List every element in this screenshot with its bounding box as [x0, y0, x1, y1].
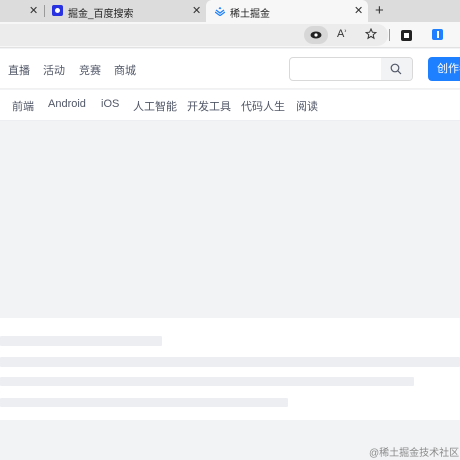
- download-extension-icon[interactable]: [432, 29, 443, 40]
- browser-tab[interactable]: ✕: [0, 0, 44, 22]
- close-tab-icon[interactable]: ✕: [192, 4, 201, 17]
- search-button[interactable]: [381, 58, 412, 80]
- eye-icon[interactable]: [304, 26, 328, 44]
- skeleton-line: [0, 336, 162, 346]
- nav-item-contest[interactable]: 竞赛: [79, 62, 101, 78]
- address-bar[interactable]: [0, 24, 388, 46]
- baidu-favicon-icon: [52, 5, 63, 16]
- new-tab-button[interactable]: +: [375, 2, 384, 19]
- skeleton-card: [0, 318, 460, 420]
- category-reading[interactable]: 阅读: [296, 98, 318, 114]
- watermark: @稀土掘金技术社区: [369, 448, 460, 459]
- tab-title: 掘金_百度搜索: [68, 9, 134, 20]
- read-aloud-icon[interactable]: A›: [337, 28, 346, 40]
- search-icon: [390, 63, 402, 75]
- browser-tab-juejin-active[interactable]: 稀土掘金 ✕: [206, 0, 368, 22]
- category-nav: 前端 Android iOS 人工智能 开发工具 代码人生 阅读: [0, 90, 460, 121]
- category-ios[interactable]: iOS: [101, 98, 119, 110]
- close-tab-icon[interactable]: ✕: [354, 4, 363, 17]
- extension-icon[interactable]: [401, 30, 412, 41]
- site-header: 直播 活动 竞赛 商城 创作者中心: [0, 49, 460, 89]
- nav-item-events[interactable]: 活动: [43, 62, 65, 78]
- skeleton-line: [0, 357, 460, 367]
- toolbar-separator: [389, 29, 390, 41]
- category-devtools[interactable]: 开发工具: [187, 98, 231, 114]
- close-tab-icon[interactable]: ✕: [29, 4, 38, 17]
- category-code-life[interactable]: 代码人生: [241, 98, 285, 114]
- browser-tab-baidu[interactable]: 掘金_百度搜索 ✕: [44, 0, 206, 22]
- category-android[interactable]: Android: [48, 98, 86, 110]
- skeleton-line: [0, 398, 288, 407]
- nav-item-live[interactable]: 直播: [8, 62, 30, 78]
- nav-item-mall[interactable]: 商城: [114, 62, 136, 78]
- category-ai[interactable]: 人工智能: [133, 98, 177, 114]
- favorite-star-icon[interactable]: [365, 28, 377, 40]
- juejin-favicon-icon: [215, 7, 225, 16]
- skeleton-line: [0, 377, 414, 386]
- browser-tab-strip: ✕ 掘金_百度搜索 ✕ 稀土掘金 ✕ +: [0, 0, 460, 22]
- category-frontend[interactable]: 前端: [12, 98, 34, 114]
- creator-center-button[interactable]: 创作者中心: [428, 57, 460, 81]
- tab-title: 稀土掘金: [230, 9, 270, 20]
- browser-toolbar: A›: [0, 22, 460, 48]
